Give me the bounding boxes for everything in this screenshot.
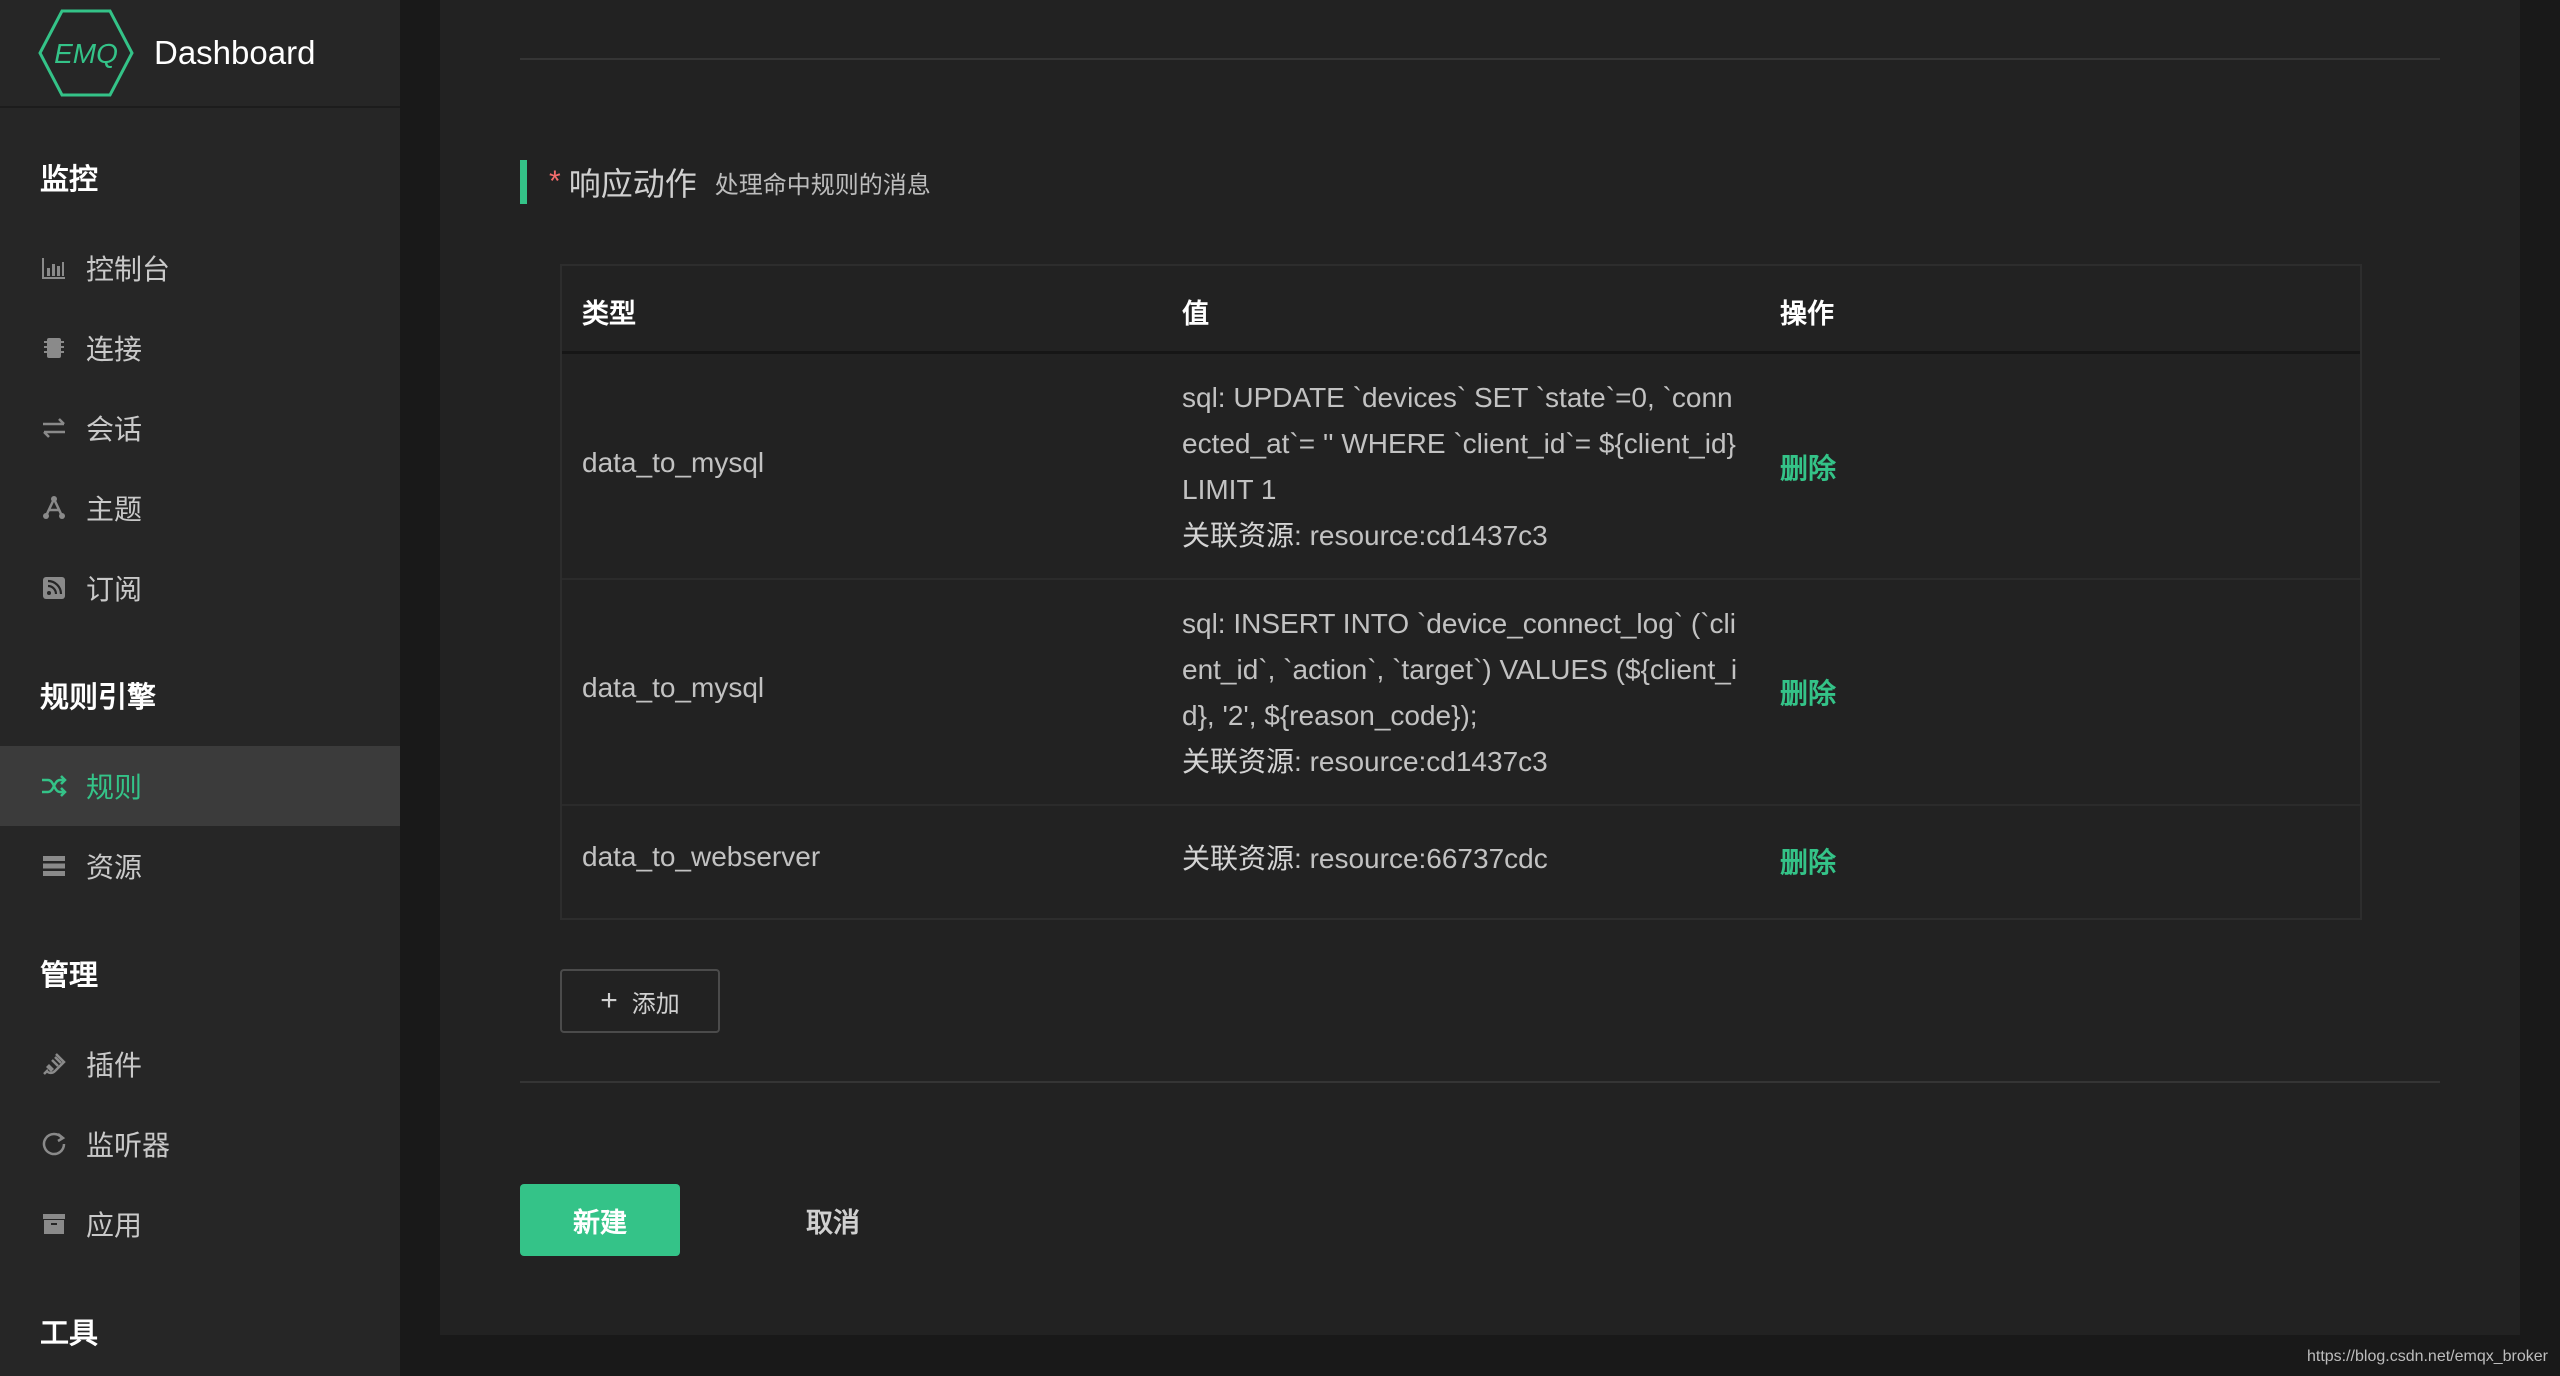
rss-icon bbox=[40, 574, 68, 602]
action-type: data_to_mysql bbox=[582, 672, 765, 703]
action-resource: 关联资源: resource:cd1437c3 bbox=[1182, 513, 1742, 559]
resource-label: 关联资源 bbox=[1182, 843, 1295, 874]
action-value: 关联资源: resource:66737cdc bbox=[1182, 836, 1742, 882]
section-accent-bar bbox=[520, 160, 527, 204]
top-divider bbox=[520, 58, 2440, 60]
section-subtitle: 处理命中规则的消息 bbox=[714, 171, 931, 199]
sidebar-item-resources[interactable]: 资源 bbox=[0, 826, 400, 906]
cancel-button[interactable]: 取消 bbox=[760, 1184, 906, 1256]
sidebar-item-label: 主题 bbox=[86, 494, 143, 525]
sidebar-item-label: 插件 bbox=[86, 1050, 143, 1081]
app-title: Dashboard bbox=[154, 34, 316, 71]
refresh-circle-icon bbox=[40, 1130, 68, 1158]
sidebar-item-connections[interactable]: 连接 bbox=[0, 308, 400, 388]
nav-group-management: 管理 bbox=[40, 960, 99, 992]
sidebar-item-label: 会话 bbox=[86, 414, 143, 445]
sidebar-item-console[interactable]: 控制台 bbox=[0, 228, 400, 308]
chip-icon bbox=[40, 334, 68, 362]
topic-icon bbox=[40, 494, 68, 522]
create-button[interactable]: 新建 bbox=[520, 1184, 680, 1256]
sidebar: EMQ Dashboard 监控 控制台 连接 会话 主题 订阅 规则引擎 规则… bbox=[0, 0, 400, 1376]
add-action-button[interactable]: + 添加 bbox=[560, 969, 720, 1033]
column-header-action: 操作 bbox=[1780, 299, 1834, 329]
table-header: 类型 值 操作 bbox=[562, 266, 2360, 354]
delete-action-button[interactable]: 删除 bbox=[1780, 672, 1836, 712]
required-mark: * bbox=[549, 165, 561, 198]
sidebar-item-listeners[interactable]: 监听器 bbox=[0, 1104, 400, 1184]
column-header-type: 类型 bbox=[582, 299, 636, 329]
column-header-value: 值 bbox=[1182, 299, 1209, 329]
svg-text:EMQ: EMQ bbox=[54, 38, 118, 69]
nav-group-tools: 工具 bbox=[40, 1318, 99, 1350]
action-value: sql: INSERT INTO `device_connect_log` (`… bbox=[1182, 601, 1742, 785]
action-value: sql: UPDATE `devices` SET `state`=0, `co… bbox=[1182, 375, 1742, 559]
bottom-divider bbox=[520, 1081, 2440, 1083]
archive-icon bbox=[40, 1210, 68, 1238]
plug-icon bbox=[40, 1050, 68, 1078]
sidebar-item-label: 连接 bbox=[86, 334, 143, 365]
resource-label: 关联资源 bbox=[1182, 520, 1295, 551]
watermark: https://blog.csdn.net/emqx_broker bbox=[2306, 1348, 2548, 1365]
action-resource: 关联资源: resource:cd1437c3 bbox=[1182, 739, 1742, 785]
bar-chart-icon bbox=[40, 254, 68, 282]
delete-action-button[interactable]: 删除 bbox=[1780, 447, 1836, 487]
sidebar-item-label: 规则 bbox=[86, 772, 143, 803]
sidebar-item-topics[interactable]: 主题 bbox=[0, 468, 400, 548]
action-type: data_to_webserver bbox=[582, 841, 821, 872]
sidebar-item-subscriptions[interactable]: 订阅 bbox=[0, 548, 400, 628]
sidebar-item-plugins[interactable]: 插件 bbox=[0, 1024, 400, 1104]
action-sql: sql: UPDATE `devices` SET `state`=0, `co… bbox=[1182, 382, 1736, 505]
shuffle-icon bbox=[40, 772, 68, 800]
resource-id: : resource:66737cdc bbox=[1294, 843, 1548, 874]
nav-group-rule-engine: 规则引擎 bbox=[40, 682, 157, 714]
sidebar-item-label: 监听器 bbox=[86, 1130, 171, 1161]
table-row: data_to_mysql sql: UPDATE `devices` SET … bbox=[562, 354, 2360, 580]
resource-id: : resource:cd1437c3 bbox=[1294, 746, 1548, 777]
resource-label: 关联资源 bbox=[1182, 746, 1295, 777]
sidebar-item-sessions[interactable]: 会话 bbox=[0, 388, 400, 468]
action-sql: sql: INSERT INTO `device_connect_log` (`… bbox=[1182, 608, 1738, 731]
table-row: data_to_webserver 关联资源: resource:66737cd… bbox=[562, 806, 2360, 918]
swap-arrows-icon bbox=[40, 414, 68, 442]
actions-table: 类型 值 操作 data_to_mysql sql: UPDATE `devic… bbox=[560, 264, 2362, 920]
sidebar-item-label: 订阅 bbox=[86, 574, 143, 605]
action-resource: 关联资源: resource:66737cdc bbox=[1182, 836, 1742, 882]
section-title: 响应动作 bbox=[568, 166, 697, 202]
sidebar-item-applications[interactable]: 应用 bbox=[0, 1184, 400, 1264]
sidebar-item-rules[interactable]: 规则 bbox=[0, 746, 400, 826]
sidebar-item-label: 控制台 bbox=[86, 254, 171, 285]
sidebar-item-label: 资源 bbox=[86, 852, 143, 883]
delete-action-button[interactable]: 删除 bbox=[1780, 841, 1836, 881]
brand-header: EMQ Dashboard bbox=[0, 0, 400, 108]
nav-group-monitor: 监控 bbox=[40, 164, 99, 196]
table-row: data_to_mysql sql: INSERT INTO `device_c… bbox=[562, 580, 2360, 806]
actions-section-header: * 响应动作 处理命中规则的消息 bbox=[520, 160, 931, 204]
action-type: data_to_mysql bbox=[582, 447, 765, 478]
main-panel: * 响应动作 处理命中规则的消息 类型 值 操作 data_to_mysql s… bbox=[440, 0, 2520, 1335]
resource-id: : resource:cd1437c3 bbox=[1294, 520, 1548, 551]
add-action-label: 添加 bbox=[631, 990, 680, 1018]
sidebar-item-label: 应用 bbox=[86, 1210, 143, 1241]
emq-logo[interactable]: EMQ bbox=[38, 9, 134, 97]
server-icon bbox=[40, 852, 68, 880]
plus-icon: + bbox=[600, 984, 618, 1017]
